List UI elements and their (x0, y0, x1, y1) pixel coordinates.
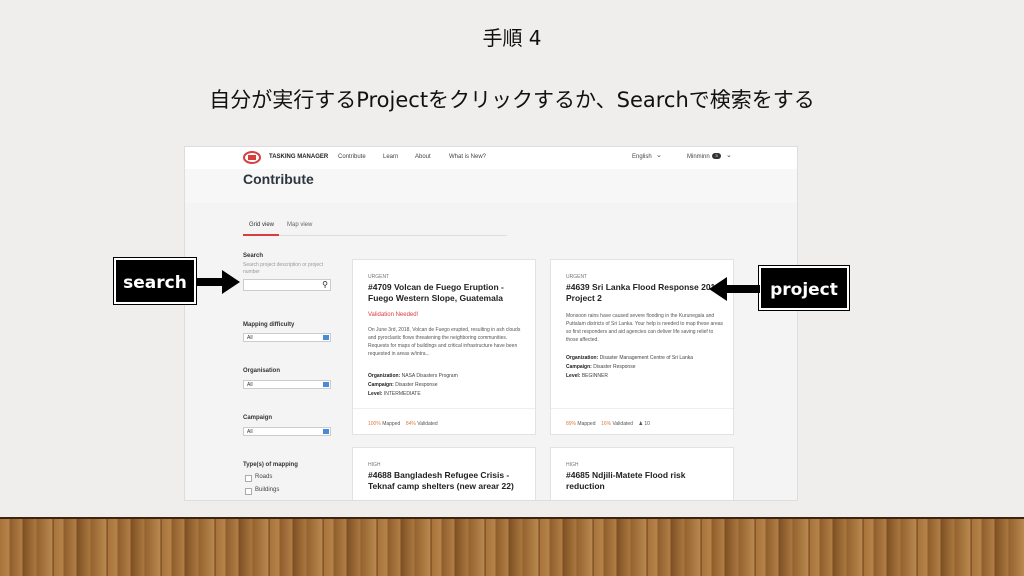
organization-label: Organization: (368, 373, 401, 379)
top-navbar: TASKING MANAGER Contribute Learn About W… (185, 147, 797, 170)
project-card[interactable]: HIGH #4688 Bangladesh Refugee Crisis - T… (352, 447, 536, 500)
project-title[interactable]: #4688 Bangladesh Refugee Crisis - Teknaf… (368, 470, 528, 492)
level-label: Level: (566, 373, 581, 379)
validated-label: Validated (612, 421, 633, 427)
dropdown-arrow-icon (323, 382, 329, 387)
organization-value: Disaster Management Centre of Sri Lanka (599, 355, 694, 361)
arrow-head-icon (709, 277, 727, 301)
user-menu[interactable]: Minminn (687, 154, 710, 160)
logo-icon[interactable] (243, 151, 261, 164)
validated-label: Validated (417, 421, 438, 427)
organization-label: Organization: (566, 355, 599, 361)
contributors-icon: ♟ (638, 421, 643, 427)
slide-title: 手順 4 (482, 26, 542, 50)
search-input[interactable]: ⚲ (243, 279, 331, 291)
organisation-select[interactable]: All (243, 380, 331, 389)
validated-percent: 84% (405, 421, 416, 427)
mapping-types-label: Type(s) of mapping (243, 462, 298, 468)
difficulty-select[interactable]: All (243, 333, 331, 342)
filter-label-organisation: Organisation (243, 368, 281, 374)
mapped-percent: 89% (566, 421, 577, 427)
project-arrow (726, 285, 760, 293)
project-callout: project (758, 265, 850, 311)
organization-value: NASA Disasters Program (401, 373, 458, 379)
priority-label: URGENT (368, 274, 390, 280)
nav-whats-new[interactable]: What is New? (449, 154, 486, 160)
campaign-select[interactable]: All (243, 427, 331, 436)
search-callout: search (113, 257, 197, 305)
campaign-value: Disaster Response (395, 382, 438, 388)
mapped-label: Mapped (577, 421, 596, 427)
project-card[interactable]: URGENT #4639 Sri Lanka Flood Response 20… (550, 259, 734, 435)
level-value: BEGINNER (581, 373, 608, 379)
slide-subtitle: 自分が実行するProjectをクリックするか、Searchで検索をする (209, 88, 815, 112)
tab-grid-view[interactable]: Grid view (249, 222, 274, 228)
organisation-value: All (247, 382, 253, 388)
project-title[interactable]: #4709 Volcan de Fuego Eruption - Fuego W… (368, 282, 528, 304)
campaign-label: Campaign: (368, 382, 394, 388)
project-card[interactable]: URGENT #4709 Volcan de Fuego Eruption - … (352, 259, 536, 435)
dropdown-arrow-icon (323, 335, 329, 340)
dropdown-arrow-icon (323, 429, 329, 434)
wooden-floor (0, 517, 1024, 576)
arrow-head-icon (222, 270, 240, 294)
brand-name: TASKING MANAGER (269, 154, 329, 160)
campaign-label: Campaign: (566, 364, 592, 370)
campaign-value: All (247, 429, 253, 435)
mapped-percent: 100% (368, 421, 381, 427)
language-select[interactable]: English (632, 154, 652, 160)
campaign-value: Disaster Response (593, 364, 636, 370)
filter-label-campaign: Campaign (243, 415, 273, 421)
tab-divider (243, 235, 507, 236)
page-title: Contribute (243, 171, 314, 187)
project-title[interactable]: #4685 Ndjili-Matete Flood risk reduction (566, 470, 726, 492)
active-tab-indicator (243, 234, 279, 236)
tab-map-view[interactable]: Map view (287, 222, 312, 228)
nav-contribute[interactable]: Contribute (338, 154, 366, 160)
mapped-label: Mapped (382, 421, 401, 427)
difficulty-value: All (247, 335, 253, 341)
buildings-label: Buildings (255, 487, 280, 493)
chevron-down-icon[interactable]: ⌄ (656, 151, 662, 159)
priority-label: HIGH (566, 462, 579, 468)
slide: 手順 4 自分が実行するProjectをクリックするか、Searchで検索をする… (0, 0, 1024, 517)
search-icon[interactable]: ⚲ (322, 280, 328, 289)
filter-label-difficulty: Mapping difficulty (243, 322, 295, 328)
level-value: INTERMEDIATE (383, 391, 421, 397)
roads-label: Roads (255, 474, 273, 480)
nav-learn[interactable]: Learn (383, 154, 398, 160)
app-screenshot: TASKING MANAGER Contribute Learn About W… (184, 146, 798, 501)
validated-percent: 16% (601, 421, 612, 427)
project-title[interactable]: #4639 Sri Lanka Flood Response 2018 Proj… (566, 282, 726, 304)
chevron-down-icon[interactable]: ⌄ (726, 151, 732, 159)
contributors-count: 10 (644, 421, 650, 427)
level-label: Level: (368, 391, 383, 397)
project-description: Monsoon rains have caused severe floodin… (566, 313, 724, 343)
card-divider (551, 408, 733, 409)
card-divider (353, 408, 535, 409)
project-description: On June 3rd, 2018, Volcan de Fuego erupt… (368, 327, 521, 357)
buildings-checkbox[interactable] (245, 488, 252, 495)
status-text: Validation Needed! (368, 312, 419, 318)
project-card[interactable]: HIGH #4685 Ndjili-Matete Flood risk redu… (550, 447, 734, 500)
notification-badge[interactable]: 3 (712, 153, 721, 159)
priority-label: HIGH (368, 462, 381, 468)
search-label: Search (243, 253, 264, 259)
nav-about[interactable]: About (415, 154, 431, 160)
search-hint: Search project description or project nu… (243, 262, 324, 275)
search-arrow (196, 278, 224, 286)
roads-checkbox[interactable] (245, 475, 252, 482)
priority-label: URGENT (566, 274, 588, 280)
